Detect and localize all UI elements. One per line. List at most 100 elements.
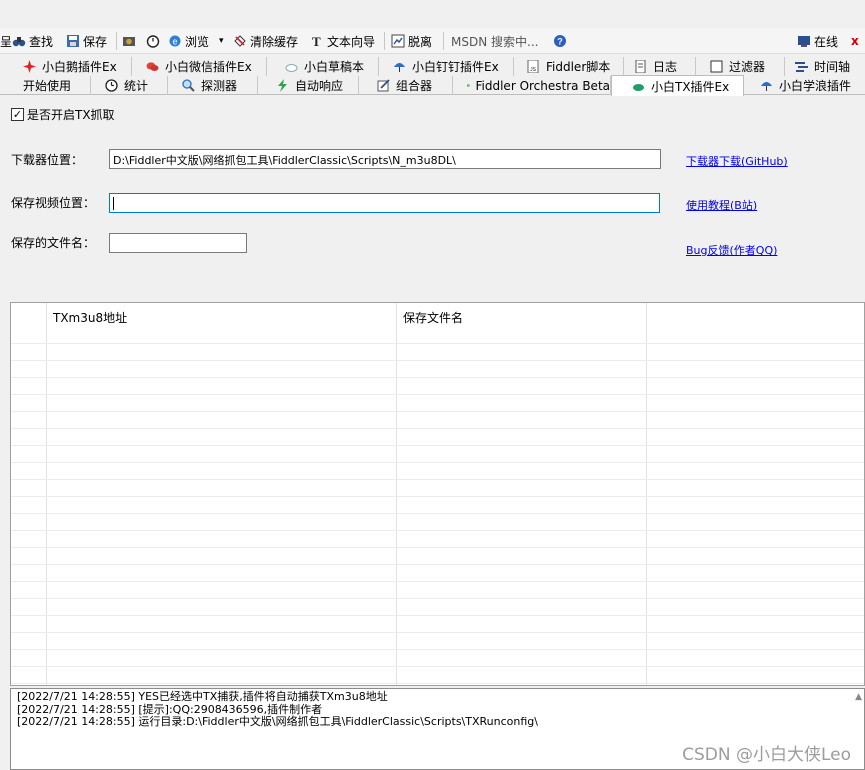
tutorial-link[interactable]: 使用教程(B站) [686,197,757,213]
log-line: [2022/7/21 14:28:55] YES已经选中TX捕获,插件将自动捕获… [17,690,388,703]
browse-button[interactable]: e 浏览 ▾ [168,32,224,50]
timer-icon [146,35,160,48]
tab-log[interactable]: 日志 [624,57,696,76]
scroll-up-arrow-icon[interactable]: ▲ [855,692,862,702]
fo-icon: FO [467,84,470,87]
star-red-icon [23,60,36,73]
svg-text:e: e [172,37,177,47]
tab-xiaobai-goose[interactable]: 小白鹅插件Ex [5,57,132,76]
column-header-filename[interactable]: 保存文件名 [397,303,463,329]
grid-row-line [11,496,864,497]
tab-row-lower: 开始使用 统计 探测器 自动响应 组合器 FO Fiddler Orchestr… [0,75,865,96]
tab-xiaobai-draft[interactable]: 小白草稿本 [267,57,379,76]
checkbox-icon [710,60,723,73]
close-toolbar-button[interactable]: x [851,32,859,50]
save-video-path-field[interactable] [109,193,660,213]
toolbar-partial-item: 呈 [0,34,13,49]
tab-autoresponder[interactable]: 自动响应 [258,76,359,95]
log-line: [2022/7/21 14:28:55] 运行目录:D:\Fiddler中文版\… [17,715,538,728]
downloader-download-link[interactable]: 下载器下载(GitHub) [686,153,788,169]
tab-row-upper: 小白鹅插件Ex 小白微信插件Ex 小白草稿本 小白钉钉插件Ex JS Fiddl… [0,57,865,76]
grid-row-line [11,632,864,633]
online-icon [798,36,810,47]
find-button[interactable]: 查找 [12,32,53,50]
js-icon: JS [527,60,539,73]
grid-row-line [11,377,864,378]
timer-button[interactable] [146,32,163,50]
grid-row-line [11,649,864,650]
msdn-search[interactable]: MSDN 搜索中... [451,32,538,50]
tab-inspectors[interactable]: 探测器 [168,76,258,95]
browse-dropdown-icon[interactable]: ▾ [219,36,224,46]
downloader-label: 下载器位置： [11,153,84,167]
checkbox-checked-icon[interactable]: ✓ [11,108,24,121]
grid-row-line [11,530,864,531]
text-wizard-button[interactable]: T 文本向导 [310,32,375,50]
grid-row-line [11,598,864,599]
svg-text:T: T [312,34,321,48]
log-icon [635,60,646,73]
umbrella-icon [394,63,405,72]
browser-e-icon: e [169,35,181,47]
lightning-icon [278,79,287,92]
tab-xiaobai-tx[interactable]: 小白TX插件Ex [611,75,744,96]
grid-row-line [11,428,864,429]
grid-row-line [11,394,864,395]
clear-cache-icon [234,35,246,47]
downloader-path-field[interactable]: D:\Fiddler中文版\网络抓包工具\FiddlerClassic\Scri… [109,149,661,169]
save-filename-label: 保存的文件名： [11,236,96,250]
cloud-icon [285,64,298,72]
save-icon [67,35,79,47]
tx-icon [633,83,644,91]
wechat-icon [146,62,159,71]
svg-text:JS: JS [530,67,537,73]
tab-fiddler-script[interactable]: JS Fiddler脚本 [514,57,624,76]
screenshot-button[interactable] [122,32,139,50]
tab-composer[interactable]: 组合器 [359,76,453,95]
svg-text:?: ? [557,37,563,47]
tab-filters[interactable]: 过滤器 [696,57,785,76]
grid-row-line [11,513,864,514]
grid-row-line [11,547,864,548]
binoculars-icon [12,37,26,47]
detach-button[interactable]: 脱离 [391,32,432,50]
grid-row-line [11,445,864,446]
bug-report-link[interactable]: Bug反馈(作者QQ) [686,242,777,258]
watermark: CSDN @小白大侠Leo [682,745,851,765]
text-wizard-icon: T [312,34,321,48]
magnifier-icon [182,79,195,92]
help-icon: ? [554,35,566,47]
grid-row-line [11,462,864,463]
tab-xiaobai-dingtalk[interactable]: 小白钉钉插件Ex [379,57,514,76]
save-button[interactable]: 保存 [66,32,107,50]
grid-row-line [11,479,864,480]
tab-getting-started[interactable]: 开始使用 [5,76,91,95]
tab-xiaobai-xuelang[interactable]: 小白学浪插件 [744,76,865,95]
help-button[interactable]: ? [553,32,570,50]
grid-row-line [11,615,864,616]
online-button[interactable]: 在线 [797,32,838,50]
grid-row-line [11,360,864,361]
save-video-label: 保存视频位置： [11,196,96,210]
tab-xiaobai-wechat[interactable]: 小白微信插件Ex [132,57,267,76]
tab-statistics[interactable]: 统计 [91,76,168,95]
enable-tx-checkbox[interactable]: ✓ 是否开启TX抓取 [11,106,115,123]
m3u8-list-grid[interactable]: TXm3u8地址 保存文件名 [10,302,865,686]
grid-row-line [11,564,864,565]
timeline-icon [795,62,808,72]
save-filename-field[interactable] [109,233,247,253]
clock-icon [105,79,118,92]
grid-row-line [11,666,864,667]
column-header-m3u8[interactable]: TXm3u8地址 [47,303,127,329]
grid-row-line [11,683,864,684]
tab-timeline[interactable]: 时间轴 [785,57,865,76]
detach-icon [391,34,405,48]
grid-row-line [11,581,864,582]
composer-icon [377,79,390,92]
clear-cache-button[interactable]: 清除缓存 [233,32,298,50]
toolbar: 呈 查找 保存 e 浏览 ▾ 清除缓存 T 文本向导 脱离 MSDN 搜索中...… [0,28,865,54]
umbrella-icon [761,82,772,91]
grid-row-line [11,411,864,412]
tab-fiddler-orchestra[interactable]: FO Fiddler Orchestra Beta [453,76,611,95]
camera-icon [123,37,135,46]
